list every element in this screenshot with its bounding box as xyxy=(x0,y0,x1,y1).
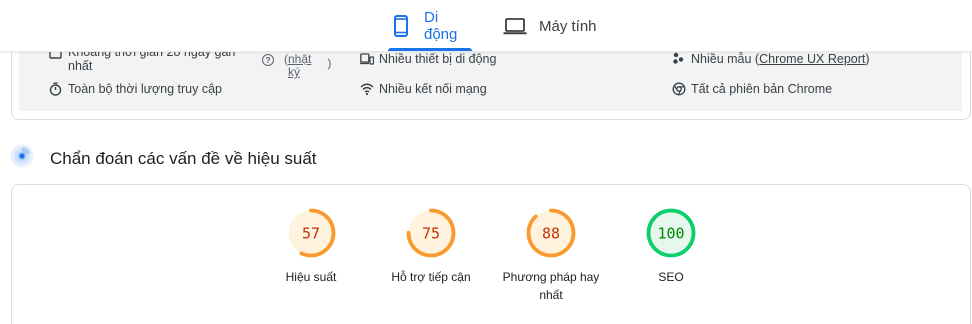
score-label: Hỗ trợ tiếp cận xyxy=(391,270,471,284)
score-gauge-accessibility[interactable]: 75 Hỗ trợ tiếp cận xyxy=(371,208,491,286)
stopwatch-icon xyxy=(49,82,62,96)
score-value: 57 xyxy=(302,225,320,243)
score-gauge-performance[interactable]: 57 Hiệu suất xyxy=(251,208,371,286)
info-network: Nhiều kết nối mạng xyxy=(360,82,487,96)
score-value: 88 xyxy=(542,225,560,243)
gauge-ring: 100 xyxy=(646,208,696,258)
log-link-line-1[interactable]: nhật xyxy=(288,52,311,66)
diagnostics-title: Chẩn đoán các vấn đề về hiệu suất xyxy=(50,148,317,168)
tab-mobile[interactable]: Di động xyxy=(388,0,472,52)
active-tab-indicator xyxy=(388,48,472,51)
gauge-ring: 57 xyxy=(286,208,336,258)
score-label: SEO xyxy=(658,270,684,284)
info-chrome-versions: Tất cả phiên bản Chrome xyxy=(672,82,832,96)
gauge-ring: 75 xyxy=(406,208,456,258)
form-factor-tabs: Di động Máy tính xyxy=(0,0,972,52)
info-samples: Nhiều mẫu (Chrome UX Report) xyxy=(672,52,870,66)
score-value: 75 xyxy=(422,225,440,243)
chrome-icon xyxy=(672,82,686,96)
log-link-line-2[interactable]: ký xyxy=(288,65,300,79)
collection-period-help[interactable]: ? (nhật ký ) xyxy=(262,53,331,79)
help-icon[interactable]: ? xyxy=(262,54,274,66)
tab-mobile-label: Di động xyxy=(424,9,458,43)
visit-duration-text: Toàn bộ thời lượng truy cập xyxy=(68,82,223,96)
info-devices: Nhiều thiết bị di động xyxy=(360,52,496,66)
diagnostics-heading: Chẩn đoán các vấn đề về hiệu suất xyxy=(10,144,317,173)
chrome-versions-text: Tất cả phiên bản Chrome xyxy=(691,82,833,96)
network-text: Nhiều kết nối mạng xyxy=(379,82,487,96)
score-gauge-best-practices[interactable]: 88 Phương pháp hay nhất xyxy=(491,208,611,304)
smartphone-icon xyxy=(394,15,408,37)
tab-desktop-label: Máy tính xyxy=(539,17,597,35)
score-label: Hiệu suất xyxy=(285,270,337,284)
gauge-ring: 88 xyxy=(526,208,576,258)
chrome-ux-report-link[interactable]: Chrome UX Report xyxy=(759,52,865,66)
score-value: 100 xyxy=(657,225,684,243)
samples-dots-icon xyxy=(672,52,685,66)
score-label: Phương pháp hay nhất xyxy=(502,270,600,302)
period-line-2: nhất xyxy=(68,59,93,73)
tab-desktop[interactable]: Máy tính xyxy=(503,0,597,52)
wifi-icon xyxy=(360,82,374,96)
samples-suffix: ) xyxy=(865,52,870,66)
devices-text: Nhiều thiết bị di động xyxy=(379,52,497,66)
samples-prefix: Nhiều mẫu ( xyxy=(691,52,760,66)
info-visit-duration: Toàn bộ thời lượng truy cập xyxy=(49,82,222,96)
score-gauge-seo[interactable]: 100 SEO xyxy=(611,208,731,286)
devices-icon xyxy=(360,52,374,66)
lighthouse-radar-icon xyxy=(10,144,34,173)
laptop-icon xyxy=(503,17,527,35)
